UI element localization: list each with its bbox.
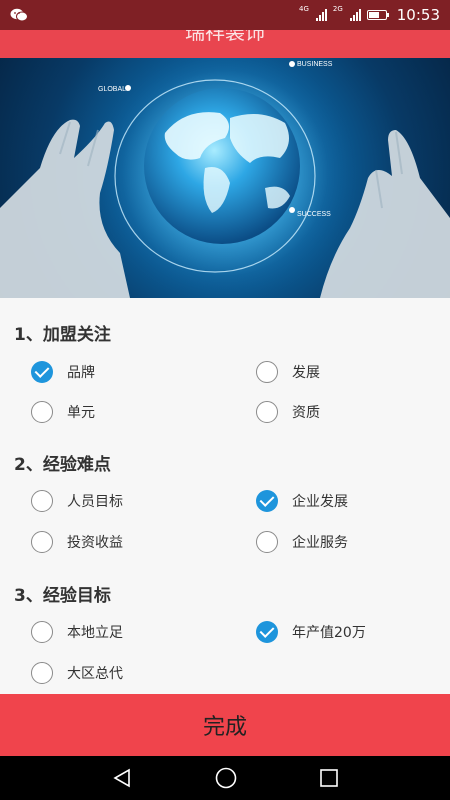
- status-left: [10, 8, 28, 22]
- checkbox-icon[interactable]: [31, 531, 53, 553]
- battery-icon: [366, 10, 389, 20]
- option-development[interactable]: 发展: [256, 359, 320, 385]
- option-enterprise-development[interactable]: 企业发展: [256, 488, 348, 514]
- checkbox-icon[interactable]: [31, 361, 53, 383]
- checkbox-icon[interactable]: [31, 401, 53, 423]
- banner-image: GLOBAL BUSINESS SUCCESS: [0, 58, 450, 298]
- option-qualification[interactable]: 资质: [256, 399, 320, 425]
- option-local-foothold[interactable]: 本地立足: [31, 619, 123, 645]
- survey-form: 1、加盟关注 品牌 发展 单元 资质 2、经验难点 人员目标 企业发展 投资收益…: [0, 298, 450, 694]
- option-label: 大区总代: [67, 666, 123, 682]
- status-right: 4G 2G 10:53: [298, 5, 440, 25]
- option-label: 本地立足: [67, 625, 123, 641]
- checkbox-icon[interactable]: [256, 401, 278, 423]
- business-label: BUSINESS: [297, 61, 333, 68]
- option-label: 人员目标: [67, 494, 123, 510]
- section-title-2: 2、经验难点: [14, 455, 111, 475]
- home-circle-icon[interactable]: [214, 766, 238, 790]
- done-button-label: 完成: [202, 715, 247, 740]
- section-title-1: 1、加盟关注: [14, 325, 111, 345]
- checkbox-icon[interactable]: [31, 662, 53, 684]
- checkbox-icon[interactable]: [31, 490, 53, 512]
- option-regional-agent[interactable]: 大区总代: [31, 660, 123, 686]
- navigation-bar: [0, 756, 450, 800]
- done-button[interactable]: 完成: [0, 694, 450, 756]
- status-time: 10:53: [396, 6, 440, 24]
- checkbox-icon[interactable]: [256, 531, 278, 553]
- option-label: 企业服务: [292, 535, 348, 551]
- status-bar: 4G 2G 10:53: [0, 0, 450, 30]
- checkbox-icon[interactable]: [256, 361, 278, 383]
- option-label: 品牌: [67, 365, 95, 381]
- option-staff-goals[interactable]: 人员目标: [31, 488, 123, 514]
- checkbox-icon[interactable]: [31, 621, 53, 643]
- globe-hands-illustration: GLOBAL BUSINESS SUCCESS: [0, 58, 450, 298]
- option-label: 发展: [292, 365, 320, 381]
- option-annual-output[interactable]: 年产值20万: [256, 619, 366, 645]
- back-triangle-icon[interactable]: [111, 767, 133, 789]
- option-label: 单元: [67, 405, 95, 421]
- app-title: 瑞祥装饰: [185, 30, 265, 44]
- option-enterprise-service[interactable]: 企业服务: [256, 529, 348, 555]
- success-label: SUCCESS: [297, 211, 331, 218]
- network-type-1: 4G: [298, 5, 309, 13]
- option-label: 资质: [292, 405, 320, 421]
- option-label: 年产值20万: [292, 625, 366, 641]
- app-bar: 瑞祥装饰: [0, 30, 450, 58]
- checkbox-icon[interactable]: [256, 621, 278, 643]
- signal-icon-2: [349, 9, 361, 21]
- network-type-2: 2G: [332, 5, 343, 13]
- option-brand[interactable]: 品牌: [31, 359, 95, 385]
- option-unit[interactable]: 单元: [31, 399, 95, 425]
- recent-square-icon[interactable]: [319, 768, 339, 788]
- global-label: GLOBAL: [98, 86, 126, 93]
- wechat-icon: [10, 8, 28, 22]
- section-title-3: 3、经验目标: [14, 586, 111, 606]
- battery-fill: [368, 12, 379, 18]
- option-investment-returns[interactable]: 投资收益: [31, 529, 123, 555]
- option-label: 投资收益: [67, 535, 123, 551]
- signal-icon-1: [315, 9, 327, 21]
- checkbox-icon[interactable]: [256, 490, 278, 512]
- option-label: 企业发展: [292, 494, 348, 510]
- globe-shape: [144, 88, 300, 244]
